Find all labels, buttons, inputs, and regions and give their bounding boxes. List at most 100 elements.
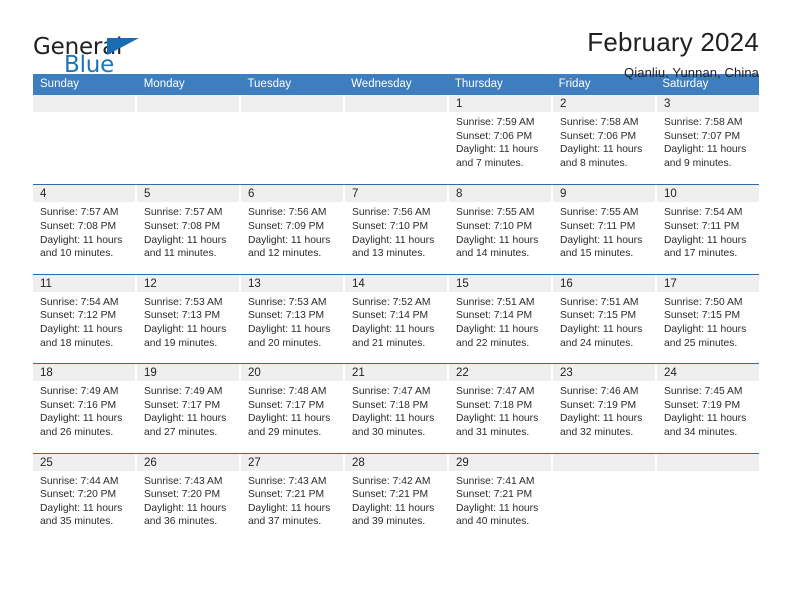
calendar-day-cell[interactable]: 20 Sunrise: 7:48 AM Sunset: 7:17 PM Dayligh… [241,364,345,453]
daylight-text-line2: and 14 minutes. [456,248,530,260]
calendar-day-cell-empty [345,95,449,185]
daylight-text-line1: Daylight: 11 hours [40,413,123,425]
calendar-day-cell-empty [657,453,759,542]
day-details: Sunrise: 7:51 AM Sunset: 7:15 PM Daylight:… [553,292,655,350]
day-details: Sunrise: 7:44 AM Sunset: 7:20 PM Daylight:… [33,471,135,529]
sunrise-text: Sunrise: 7:54 AM [664,207,743,219]
sunset-text: Sunset: 7:10 PM [352,220,429,232]
daylight-text-line1: Daylight: 11 hours [144,323,227,335]
sunrise-text: Sunrise: 7:45 AM [664,386,743,398]
calendar-day-cell[interactable]: 23 Sunrise: 7:46 AM Sunset: 7:19 PM Dayligh… [553,364,657,453]
sunrise-text: Sunrise: 7:53 AM [144,296,223,308]
sunrise-text: Sunrise: 7:51 AM [560,296,639,308]
daylight-text-line1: Daylight: 11 hours [352,413,435,425]
sunrise-text: Sunrise: 7:49 AM [40,386,119,398]
calendar-day-cell[interactable]: 4 Sunrise: 7:57 AM Sunset: 7:08 PM Daylight… [33,185,137,274]
calendar-day-cell[interactable]: 17 Sunrise: 7:50 AM Sunset: 7:15 PM Dayligh… [657,274,759,363]
calendar-day-cell[interactable]: 16 Sunrise: 7:51 AM Sunset: 7:15 PM Dayligh… [553,274,657,364]
daylight-text-line2: and 17 minutes. [664,248,738,260]
day-details: Sunrise: 7:57 AM Sunset: 7:08 PM Daylight:… [137,202,239,260]
calendar-day-cell[interactable]: 19 Sunrise: 7:49 AM Sunset: 7:17 PM Dayligh… [137,364,241,453]
calendar-body: 1 Sunrise: 7:59 AM Sunset: 7:06 PM Daylight… [33,95,759,542]
calendar-day-cell[interactable]: 12 Sunrise: 7:53 AM Sunset: 7:13 PM Dayligh… [137,274,241,364]
day-details: Sunrise: 7:47 AM Sunset: 7:18 PM Daylight:… [449,381,551,439]
page-title: February 2024 [587,27,759,57]
daylight-text-line2: and 9 minutes. [664,157,732,169]
calendar-day-cell[interactable]: 22 Sunrise: 7:47 AM Sunset: 7:18 PM Dayligh… [449,364,553,453]
calendar-day-cell[interactable]: 15 Sunrise: 7:51 AM Sunset: 7:14 PM Dayligh… [449,274,553,364]
sunset-text: Sunset: 7:07 PM [664,130,741,142]
day-details: Sunrise: 7:59 AM Sunset: 7:06 PM Daylight:… [449,112,551,170]
sunrise-text: Sunrise: 7:44 AM [40,475,119,487]
sunset-text: Sunset: 7:14 PM [352,310,429,322]
sunrise-text: Sunrise: 7:59 AM [456,117,535,128]
sunrise-text: Sunrise: 7:58 AM [664,117,743,128]
calendar-day-cell[interactable]: 25 Sunrise: 7:44 AM Sunset: 7:20 PM Dayligh… [33,453,137,542]
calendar-day-cell[interactable]: 26 Sunrise: 7:43 AM Sunset: 7:20 PM Dayligh… [137,453,241,542]
calendar-day-cell[interactable]: 7 Sunrise: 7:56 AM Sunset: 7:10 PM Daylight… [345,185,449,274]
calendar-day-cell[interactable]: 10 Sunrise: 7:54 AM Sunset: 7:11 PM Dayligh… [657,185,759,273]
daylight-text-line1: Daylight: 11 hours [352,502,435,514]
weekday-header-tuesday: Tuesday [247,78,292,90]
daylight-text-line1: Daylight: 11 hours [40,234,123,246]
daylight-text-line1: Daylight: 11 hours [560,413,643,425]
sunrise-text: Sunrise: 7:57 AM [40,207,119,219]
calendar-day-cell[interactable]: 13 Sunrise: 7:53 AM Sunset: 7:13 PM Dayligh… [241,274,345,364]
sunrise-text: Sunrise: 7:50 AM [664,296,743,308]
day-details: Sunrise: 7:43 AM Sunset: 7:21 PM Daylight:… [241,471,343,529]
calendar-day-cell[interactable]: 5 Sunrise: 7:57 AM Sunset: 7:08 PM Daylight… [137,185,241,274]
sunset-text: Sunset: 7:19 PM [560,399,637,411]
daylight-text-line2: and 10 minutes. [40,248,114,260]
day-number: 29 [449,453,551,471]
sunrise-text: Sunrise: 7:42 AM [352,475,431,487]
day-details: Sunrise: 7:41 AM Sunset: 7:21 PM Daylight:… [449,471,551,529]
sunrise-text: Sunrise: 7:47 AM [352,386,431,398]
day-number [137,95,239,112]
sunset-text: Sunset: 7:09 PM [248,220,325,232]
calendar-day-cell[interactable]: 14 Sunrise: 7:52 AM Sunset: 7:14 PM Dayligh… [345,274,449,364]
calendar-week-row: 11 Sunrise: 7:54 AM Sunset: 7:12 PM Dayligh… [33,273,759,364]
sunrise-text: Sunrise: 7:56 AM [352,207,431,219]
daylight-text-line2: and 15 minutes. [560,248,634,260]
sunset-text: Sunset: 7:10 PM [456,220,533,232]
calendar-day-cell[interactable]: 18 Sunrise: 7:49 AM Sunset: 7:16 PM Dayligh… [33,364,137,453]
calendar-day-cell[interactable]: 24 Sunrise: 7:45 AM Sunset: 7:19 PM Dayligh… [657,364,759,452]
weekday-header-saturday: Saturday [662,78,709,90]
day-details: Sunrise: 7:48 AM Sunset: 7:17 PM Daylight:… [241,381,343,439]
calendar-day-cell[interactable]: 21 Sunrise: 7:47 AM Sunset: 7:18 PM Dayligh… [345,364,449,453]
sunrise-text: Sunrise: 7:54 AM [40,296,119,308]
calendar-day-cell[interactable]: 11 Sunrise: 7:54 AM Sunset: 7:12 PM Dayligh… [33,274,137,364]
day-number: 9 [553,185,655,203]
sunrise-text: Sunrise: 7:41 AM [456,475,535,487]
sunrise-text: Sunrise: 7:58 AM [560,117,639,128]
general-blue-logo[interactable]: General Blue [33,27,153,77]
weekday-header-row: Sunday Monday Tuesday Wednesday Thursday Frid… [33,74,759,95]
day-number: 7 [345,185,447,203]
calendar-day-cell[interactable]: 28 Sunrise: 7:42 AM Sunset: 7:21 PM Dayligh… [345,453,449,542]
calendar-week-row: 1 Sunrise: 7:59 AM Sunset: 7:06 PM Daylight… [33,95,759,185]
day-number: 25 [33,453,135,471]
calendar-day-cell[interactable]: 9 Sunrise: 7:55 AM Sunset: 7:11 PM Daylight… [553,185,657,274]
sunset-text: Sunset: 7:15 PM [560,310,637,322]
calendar-day-cell[interactable]: 29 Sunrise: 7:41 AM Sunset: 7:21 PM Dayligh… [449,453,553,542]
sunset-text: Sunset: 7:16 PM [40,399,117,411]
daylight-text-line2: and 11 minutes. [144,248,217,260]
daylight-text-line1: Daylight: 11 hours [144,234,227,246]
day-number: 12 [137,274,239,292]
sunrise-text: Sunrise: 7:46 AM [560,386,639,398]
calendar-day-cell[interactable]: 2 Sunrise: 7:58 AM Sunset: 7:06 PM Daylight… [553,95,657,185]
calendar-day-cell[interactable]: 6 Sunrise: 7:56 AM Sunset: 7:09 PM Daylight… [241,185,345,274]
day-details: Sunrise: 7:46 AM Sunset: 7:19 PM Daylight:… [553,381,655,439]
calendar-day-cell-empty [241,95,345,185]
calendar-day-cell[interactable]: 1 Sunrise: 7:59 AM Sunset: 7:06 PM Daylight… [449,95,553,185]
daylight-text-line1: Daylight: 11 hours [664,413,747,425]
day-number: 20 [241,364,343,382]
day-details: Sunrise: 7:53 AM Sunset: 7:13 PM Daylight:… [241,292,343,350]
calendar-day-cell[interactable]: 27 Sunrise: 7:43 AM Sunset: 7:21 PM Dayligh… [241,453,345,542]
calendar-day-cell[interactable]: 8 Sunrise: 7:55 AM Sunset: 7:10 PM Daylight… [449,185,553,274]
day-details: Sunrise: 7:57 AM Sunset: 7:08 PM Daylight:… [33,202,135,260]
daylight-text-line1: Daylight: 11 hours [248,323,331,335]
day-details: Sunrise: 7:51 AM Sunset: 7:14 PM Daylight:… [449,292,551,350]
calendar-day-cell[interactable]: 3 Sunrise: 7:58 AM Sunset: 7:07 PM Daylight… [657,95,759,184]
daylight-text-line2: and 31 minutes. [456,426,530,438]
